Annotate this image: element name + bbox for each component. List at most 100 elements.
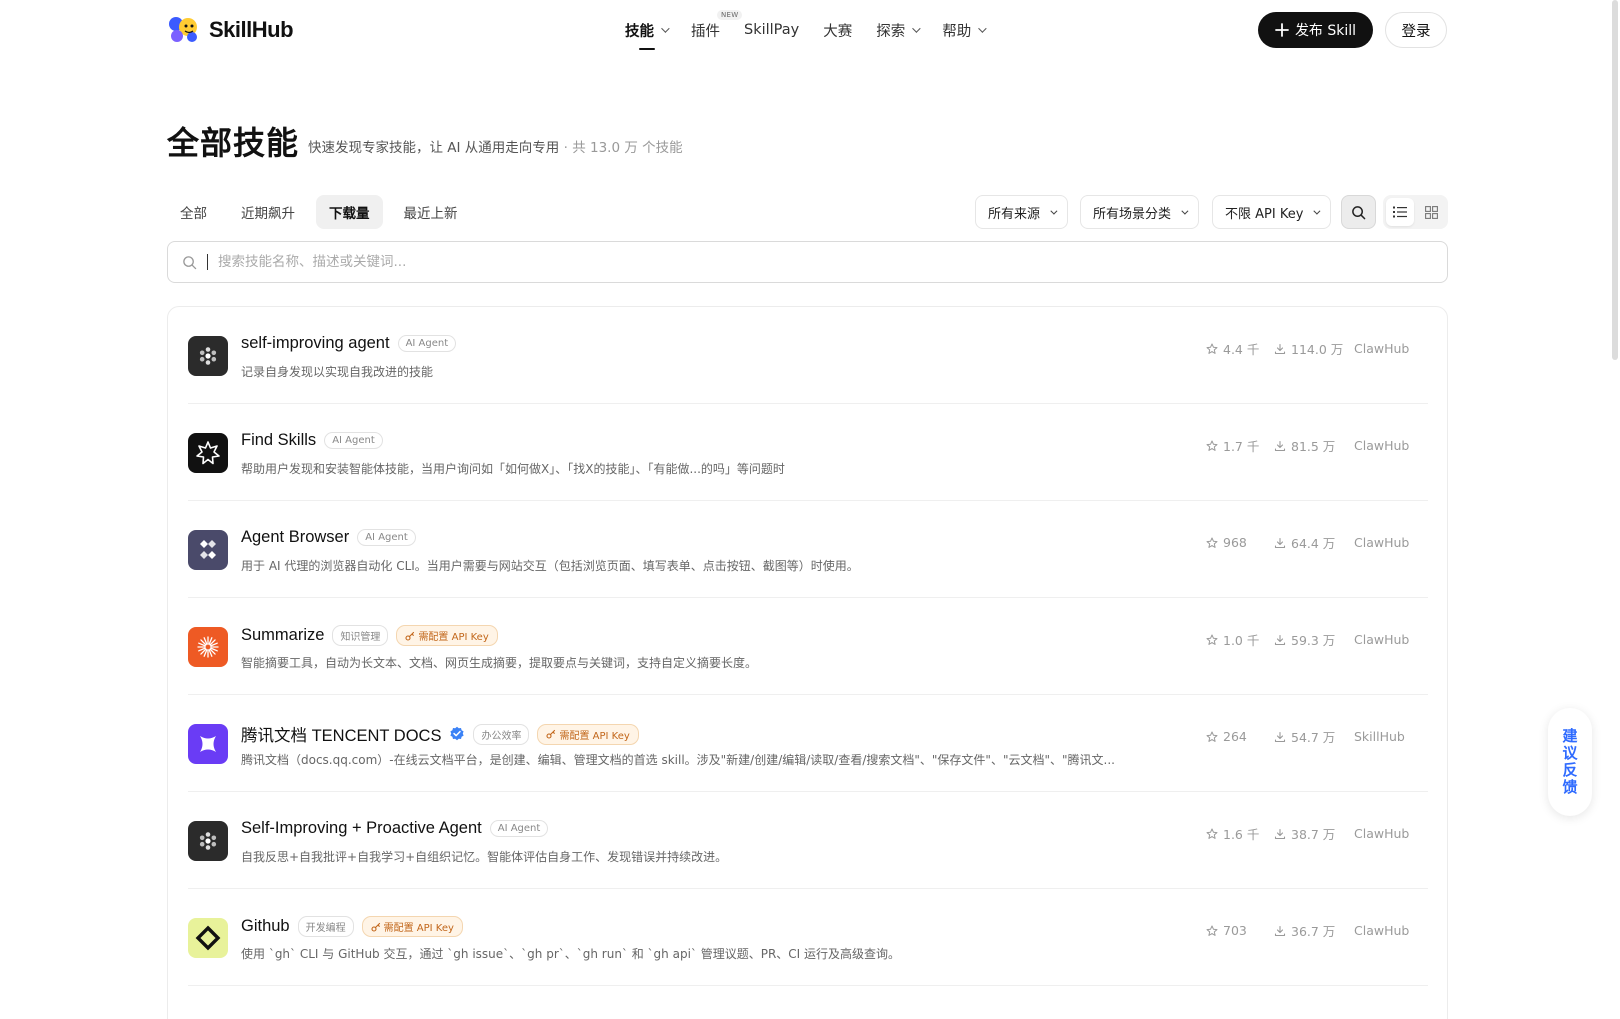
api-key-tag-label: 需配置 API Key (559, 730, 630, 742)
search-toggle-button[interactable] (1341, 195, 1376, 229)
category-tag: 办公效率 (473, 723, 530, 745)
star-count-value: 1.7 千 (1223, 439, 1260, 454)
login-button[interactable]: 登录 (1385, 12, 1447, 48)
skill-description: 自我反思+自我批评+自我学习+自组织记忆。智能体评估自身工作、发现错误并持续改进… (241, 850, 728, 864)
download-count: 36.7 万 (1274, 921, 1354, 940)
download-icon (1274, 343, 1286, 354)
star-count: 1.7 千 (1206, 436, 1274, 455)
feedback-button[interactable]: 建议反馈 (1548, 708, 1592, 816)
search-input[interactable] (218, 254, 1318, 270)
nav-skills-label: 技能 (625, 23, 654, 40)
skill-stats: 1.7 千 81.5 万 ClawHub (1206, 436, 1409, 455)
skill-row[interactable]: Find Skills AI Agent 帮助用户发现和安装智能体技能，当用户询问如… (188, 404, 1428, 501)
grid-view-button[interactable] (1417, 198, 1445, 226)
plus-icon (1275, 23, 1289, 37)
chevron-down-icon (1050, 207, 1058, 215)
source-filter[interactable]: 所有来源 (975, 195, 1069, 229)
sort-tabs: 全部 近期飙升 下载量 最近上新 (167, 195, 471, 229)
flower-icon (188, 821, 228, 861)
skill-row[interactable]: Summarize 知识管理 需配置 API Key 智能摘要工具，自动为长文本、文档… (188, 598, 1428, 695)
download-count-value: 59.3 万 (1291, 633, 1336, 648)
download-icon (1274, 440, 1286, 451)
category-tag: AI Agent (489, 820, 549, 837)
tab-newest[interactable]: 最近上新 (391, 195, 471, 229)
publish-skill-button[interactable]: 发布 Skill (1258, 12, 1373, 48)
skill-title: Self-Improving + Proactive Agent AI Agent (241, 819, 549, 838)
star-count: 1.0 千 (1206, 630, 1274, 649)
tab-downloads[interactable]: 下载量 (316, 195, 383, 229)
skill-row[interactable]: self-improving agent AI Agent 记录自身发现以实现自我改… (188, 307, 1428, 404)
skill-name[interactable]: Summarize (241, 626, 324, 645)
category-tag: 知识管理 (332, 625, 389, 646)
nav-help[interactable]: 帮助 (942, 20, 987, 41)
verified-icon (450, 726, 465, 741)
tab-trending[interactable]: 近期飙升 (228, 195, 308, 229)
skill-title: 腾讯文档 TENCENT DOCS 办公效率 需配置 API Key (241, 722, 639, 746)
download-icon (1274, 634, 1286, 645)
chevron-down-icon (1313, 207, 1321, 215)
skill-title: self-improving agent AI Agent (241, 334, 457, 353)
skill-description: 记录自身发现以实现自我改进的技能 (241, 365, 434, 379)
tencent-docs-icon (188, 724, 228, 764)
skill-description: 帮助用户发现和安装智能体技能，当用户询问如「如何做X」、「找X的技能」、「有能做… (241, 462, 785, 476)
diamonds-icon (188, 530, 228, 570)
key-icon (371, 922, 380, 932)
nav-contest[interactable]: 大赛 (823, 20, 852, 41)
view-toggle (1383, 195, 1448, 229)
skill-name[interactable]: Github (241, 917, 290, 936)
brand-name: SkillHub (209, 17, 294, 42)
nav-explore[interactable]: 探索 (876, 20, 921, 41)
api-key-filter[interactable]: 不限 API Key (1212, 195, 1332, 229)
skill-row[interactable]: Agent Browser AI Agent 用于 AI 代理的浏览器自动化 CLI… (188, 501, 1428, 598)
skill-name[interactable]: Agent Browser (241, 528, 349, 547)
skill-row[interactable]: Self-Improving + Proactive Agent AI Agent… (188, 792, 1428, 889)
flower-icon (188, 336, 228, 376)
main-nav: 技能 插件 NEW SkillPay 大赛 探索 帮助 (625, 9, 1008, 50)
diamond-outline-icon (188, 918, 228, 958)
skill-description: 智能摘要工具，自动为长文本、文档、网页生成摘要，提取要点与关键词，支持自定义摘要… (241, 656, 758, 670)
category-tag: AI Agent (357, 529, 416, 546)
skill-description: 用于 AI 代理的浏览器自动化 CLI。当用户需要与网站交互（包括浏览页面、填写… (241, 559, 859, 573)
nav-skillpay[interactable]: SkillPay (744, 22, 799, 38)
scrollbar[interactable] (1612, 0, 1618, 360)
star-count-value: 4.4 千 (1223, 342, 1260, 357)
chevron-down-icon (661, 24, 670, 33)
skill-name[interactable]: self-improving agent (241, 334, 390, 353)
skill-description: 使用 `gh` CLI 与 GitHub 交互，通过 `gh issue`、`g… (241, 947, 901, 961)
skills-list: self-improving agent AI Agent 记录自身发现以实现自我改… (167, 306, 1448, 1019)
star-icon (1206, 343, 1218, 354)
page-title: 全部技能 (167, 124, 300, 162)
nav-contest-label: 大赛 (823, 23, 853, 40)
download-count-value: 54.7 万 (1291, 730, 1336, 745)
nav-skillpay-label: SkillPay (744, 22, 800, 38)
brand-logo[interactable]: SkillHub (167, 14, 294, 46)
download-count-value: 81.5 万 (1291, 439, 1336, 454)
skill-name[interactable]: 腾讯文档 TENCENT DOCS (241, 722, 441, 746)
download-count-value: 38.7 万 (1291, 827, 1336, 842)
skill-row[interactable]: Github 开发编程 需配置 API Key 使用 `gh` CLI 与 GitHu… (188, 889, 1428, 986)
category-filter[interactable]: 所有场景分类 (1080, 195, 1200, 229)
api-key-tag-label: 需配置 API Key (383, 923, 454, 934)
download-icon (1274, 828, 1286, 839)
api-key-tag: 需配置 API Key (361, 916, 463, 937)
api-key-tag-label: 需配置 API Key (418, 632, 489, 643)
list-view-button[interactable] (1386, 198, 1414, 226)
skill-title: Summarize 知识管理 需配置 API Key (241, 625, 498, 646)
list-icon (1393, 206, 1407, 218)
star-icon (1206, 440, 1218, 451)
skill-title: Agent Browser AI Agent (241, 528, 416, 547)
skill-stats: 264 54.7 万 SkillHub (1206, 727, 1405, 746)
skill-row[interactable]: 腾讯文档 TENCENT DOCS 办公效率 需配置 API Key 腾讯文档（doc… (188, 695, 1428, 792)
nav-plugins[interactable]: 插件 NEW (691, 9, 743, 41)
skill-stats: 4.4 千 114.0 万 ClawHub (1206, 339, 1409, 358)
nav-explore-label: 探索 (876, 23, 906, 40)
skill-stats: 703 36.7 万 ClawHub (1206, 921, 1409, 940)
skill-name[interactable]: Find Skills (241, 431, 316, 450)
tab-all[interactable]: 全部 (167, 195, 220, 229)
new-badge: NEW (717, 9, 743, 20)
skill-source: ClawHub (1354, 535, 1410, 550)
star-count: 264 (1206, 729, 1274, 744)
star-icon (1206, 731, 1218, 742)
skill-name[interactable]: Self-Improving + Proactive Agent (241, 819, 482, 838)
nav-skills[interactable]: 技能 (625, 20, 670, 50)
